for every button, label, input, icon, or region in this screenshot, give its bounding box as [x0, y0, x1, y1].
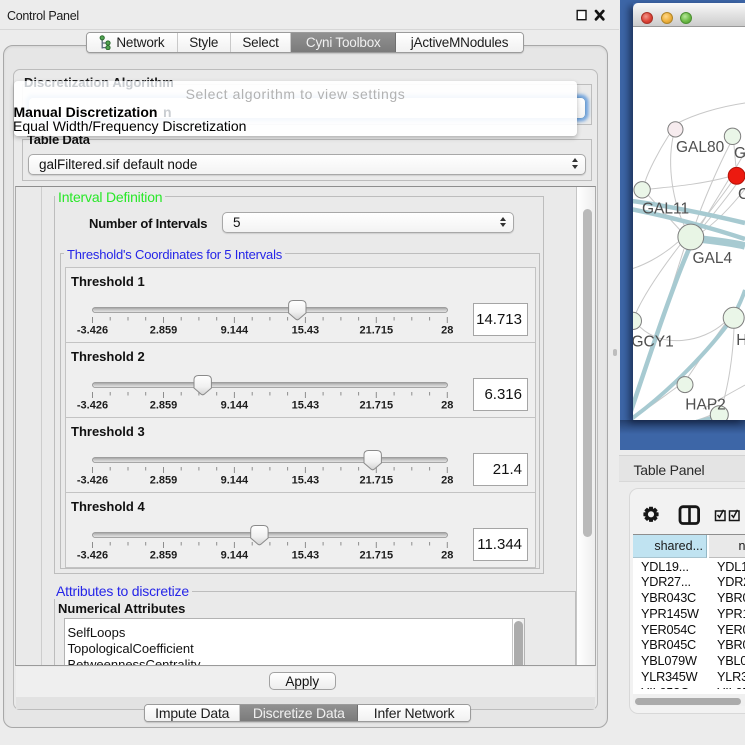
svg-text:15.43: 15.43 [292, 324, 320, 336]
svg-text:GAL11: GAL11 [642, 201, 689, 218]
svg-text:H: H [736, 332, 745, 349]
svg-text:21.715: 21.715 [359, 324, 393, 336]
svg-text:2.859: 2.859 [150, 474, 178, 486]
svg-text:21.715: 21.715 [359, 399, 393, 411]
svg-text:15.43: 15.43 [292, 399, 320, 411]
svg-text:9.144: 9.144 [221, 474, 249, 486]
svg-text:15.43: 15.43 [292, 549, 320, 561]
svg-text:9.144: 9.144 [221, 549, 249, 561]
svg-text:28: 28 [441, 324, 453, 336]
svg-text:9.144: 9.144 [221, 324, 249, 336]
svg-text:-3.426: -3.426 [77, 474, 108, 486]
svg-text:2.859: 2.859 [150, 324, 178, 336]
svg-text:21.715: 21.715 [359, 549, 393, 561]
svg-text:GA: GA [734, 145, 745, 162]
svg-text:28: 28 [441, 549, 453, 561]
svg-text:28: 28 [441, 474, 453, 486]
svg-text:-3.426: -3.426 [77, 399, 108, 411]
svg-text:C: C [738, 186, 745, 203]
svg-text:2.859: 2.859 [150, 399, 178, 411]
svg-text:2.859: 2.859 [150, 549, 178, 561]
svg-text:GAL4: GAL4 [693, 250, 733, 267]
svg-text:GCY1: GCY1 [633, 334, 674, 351]
svg-text:-3.426: -3.426 [77, 324, 108, 336]
svg-text:9.144: 9.144 [221, 399, 249, 411]
svg-text:28: 28 [441, 399, 453, 411]
svg-text:GAL80: GAL80 [676, 139, 725, 156]
svg-text:-3.426: -3.426 [77, 549, 108, 561]
svg-text:21.715: 21.715 [359, 474, 393, 486]
svg-text:HAP2: HAP2 [685, 397, 726, 414]
svg-text:15.43: 15.43 [292, 474, 320, 486]
